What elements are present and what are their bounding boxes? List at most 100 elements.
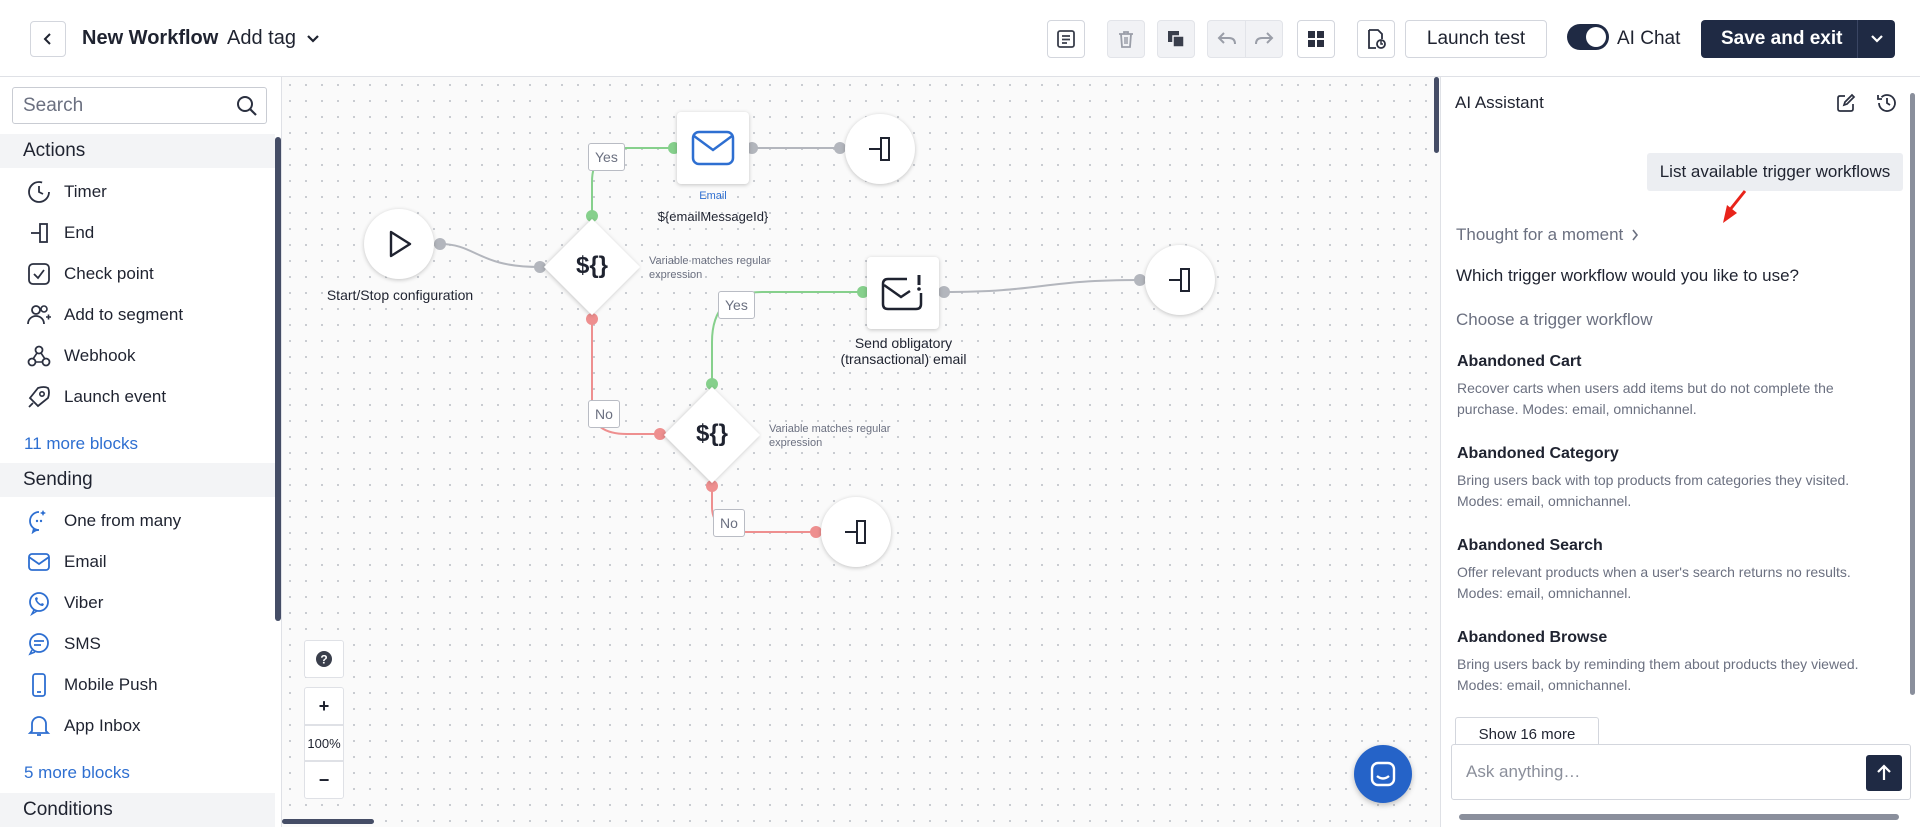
start-node-label: Start/Stop configuration	[326, 287, 474, 303]
copy-button[interactable]	[1157, 20, 1195, 58]
envelope-alert-icon	[881, 275, 923, 311]
workflow-canvas[interactable]: Start/Stop configuration ${} Variable ma…	[282, 77, 1440, 827]
section-conditions[interactable]: Conditions	[0, 793, 275, 827]
workflow-description: Bring users back by reminding them about…	[1457, 656, 1859, 693]
zoom-level: 100%	[304, 725, 344, 761]
zoom-out-button[interactable]: −	[304, 761, 344, 799]
test-config-button[interactable]	[1357, 20, 1395, 58]
block-one-from-many[interactable]: One from many	[24, 506, 181, 536]
history-button[interactable]	[1875, 91, 1899, 115]
help-circle-icon: ?	[316, 651, 332, 667]
send-button[interactable]	[1866, 755, 1902, 791]
block-mobile-push[interactable]: Mobile Push	[24, 670, 158, 700]
section-actions[interactable]: Actions	[0, 134, 275, 168]
actions-more-link[interactable]: 11 more blocks	[24, 434, 138, 454]
exit-icon	[845, 520, 866, 544]
top-toolbar: New Workflow Add tag Launch test AI Chat…	[0, 0, 1920, 77]
block-email[interactable]: Email	[24, 547, 107, 577]
start-node[interactable]	[364, 209, 434, 279]
end-node-3[interactable]	[821, 497, 891, 567]
envelope-icon	[691, 130, 735, 166]
assistant-question: Which trigger workflow would you like to…	[1456, 266, 1799, 285]
canvas-vertical-scrollbar[interactable]	[1434, 77, 1439, 153]
no-branch-tag: No	[588, 400, 620, 428]
yes-branch-tag: Yes	[718, 291, 755, 319]
grid-icon	[1308, 31, 1324, 47]
trash-icon	[1119, 31, 1133, 48]
redo-button[interactable]	[1245, 20, 1283, 58]
sidebar-scrollbar[interactable]	[275, 137, 281, 621]
thought-label: Thought for a moment	[1456, 225, 1624, 244]
back-button[interactable]	[30, 21, 66, 57]
canvas-horizontal-scrollbar[interactable]	[282, 819, 374, 824]
checkbox-icon	[24, 259, 54, 289]
yes-branch-tag: Yes	[588, 143, 625, 171]
block-add-to-segment[interactable]: Add to segment	[24, 300, 183, 330]
variable-icon: ${}	[575, 252, 609, 279]
end-node-1[interactable]	[845, 114, 915, 184]
block-label: Email	[64, 552, 107, 571]
search-icon[interactable]	[236, 95, 258, 117]
ai-panel-title: AI Assistant	[1455, 93, 1544, 112]
sending-more-link[interactable]: 5 more blocks	[24, 763, 130, 783]
workflow-title[interactable]: New Workflow	[82, 27, 218, 50]
block-label: Add to segment	[64, 305, 184, 324]
no-branch-tag: No	[713, 509, 745, 537]
ai-panel-horizontal-scrollbar[interactable]	[1459, 814, 1899, 820]
support-chat-button[interactable]	[1354, 745, 1412, 803]
block-webhook[interactable]: Webhook	[24, 341, 136, 371]
block-sms[interactable]: SMS	[24, 629, 101, 659]
launch-test-button[interactable]: Launch test	[1405, 20, 1547, 58]
history-icon	[1877, 94, 1896, 112]
ai-chat-label: AI Chat	[1617, 28, 1681, 49]
add-tag-dropdown[interactable]: Add tag	[227, 27, 320, 50]
delete-button[interactable]	[1107, 20, 1145, 58]
workflow-title: Abandoned Browse	[1457, 629, 1608, 646]
new-chat-button[interactable]	[1834, 91, 1858, 115]
save-options-toggle[interactable]	[1858, 34, 1895, 44]
thought-toggle[interactable]: Thought for a moment	[1456, 225, 1639, 245]
block-check-point[interactable]: Check point	[24, 259, 154, 289]
arrow-up-icon	[1877, 764, 1891, 780]
block-label: Check point	[64, 264, 154, 283]
workflow-description: Bring users back with top products from …	[1457, 472, 1850, 509]
add-tag-label: Add tag	[227, 27, 296, 49]
undo-button[interactable]	[1207, 20, 1245, 58]
blocks-search[interactable]	[12, 87, 267, 124]
ask-input[interactable]	[1452, 745, 1852, 799]
message-icon	[24, 629, 54, 659]
search-input[interactable]	[13, 88, 213, 123]
exit-icon	[1169, 268, 1190, 292]
webhook-icon	[24, 341, 54, 371]
help-button[interactable]: ?	[304, 640, 344, 678]
undo-icon	[1217, 32, 1236, 45]
chevron-left-icon	[43, 33, 51, 45]
redo-icon	[1255, 32, 1274, 45]
notes-button[interactable]	[1047, 20, 1085, 58]
condition-note-1: Variable matches regular expression	[649, 255, 771, 281]
transactional-email-node[interactable]	[867, 257, 939, 329]
email-node[interactable]	[677, 112, 749, 184]
zoom-in-button[interactable]: +	[304, 687, 344, 725]
ask-box[interactable]	[1451, 744, 1911, 800]
chevron-down-icon	[307, 34, 319, 43]
block-app-inbox[interactable]: App Inbox	[24, 711, 141, 741]
block-viber[interactable]: Viber	[24, 588, 103, 618]
save-and-exit-button[interactable]: Save and exit	[1701, 20, 1895, 58]
toggle-knob	[1586, 27, 1606, 47]
bell-icon	[24, 711, 54, 741]
ai-panel-vertical-scrollbar[interactable]	[1910, 93, 1915, 695]
ai-chat-toggle[interactable]	[1567, 24, 1609, 50]
copy-icon	[1168, 31, 1185, 48]
choose-workflow-heading: Choose a trigger workflow	[1456, 310, 1653, 329]
auto-layout-button[interactable]	[1297, 20, 1335, 58]
block-end[interactable]: End	[24, 218, 94, 248]
users-icon	[24, 300, 54, 330]
variable-icon: ${}	[695, 420, 729, 447]
section-sending[interactable]: Sending	[0, 463, 275, 497]
block-label: Mobile Push	[64, 675, 158, 694]
block-timer[interactable]: Timer	[24, 177, 107, 207]
block-label: End	[64, 223, 95, 242]
end-node-2[interactable]	[1145, 245, 1215, 315]
block-launch-event[interactable]: Launch event	[24, 382, 166, 412]
